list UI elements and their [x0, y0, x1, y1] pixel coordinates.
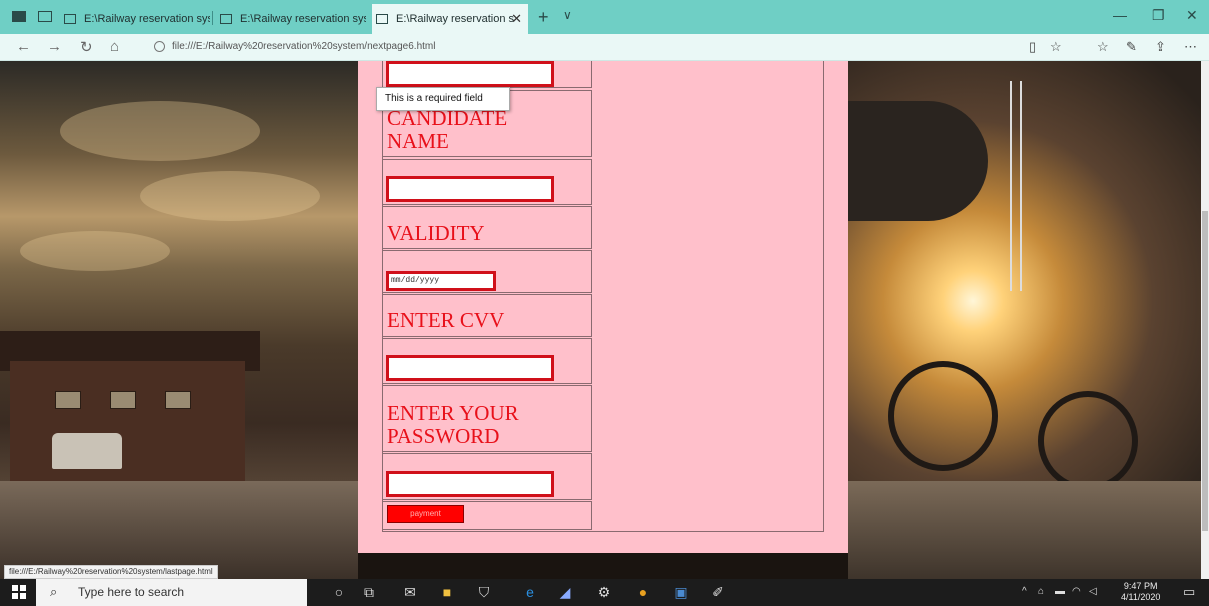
tab-separator	[212, 11, 213, 25]
url-text[interactable]: file:///E:/Railway%20reservation%20syste…	[172, 41, 435, 52]
more-icon[interactable]: ⋯	[1184, 39, 1197, 55]
status-bar-link: file:///E:/Railway%20reservation%20syste…	[4, 565, 218, 579]
background-image-left	[0, 61, 358, 579]
validity-date-input[interactable]: mm/dd/yyyy	[386, 271, 496, 291]
forward-arrow-icon[interactable]: →	[47, 38, 62, 55]
card-number-cell	[382, 61, 592, 88]
browser-tab-bar: E:\Railway reservation syste E:\Railway …	[0, 0, 1209, 34]
network-icon[interactable]: ⌂	[1038, 586, 1044, 597]
password-input[interactable]	[386, 471, 554, 497]
tab-label: E:\Railway reservation syste	[84, 13, 210, 25]
clock-date: 4/11/2020	[1121, 592, 1161, 602]
tab-1[interactable]: E:\Railway reservation syste	[60, 4, 210, 34]
cvv-label: ENTER CVV	[387, 308, 505, 332]
windows-taskbar: ⌕ Type here to search ○ ⧉ ✉ ■ ⛉ e ◢ ⚙ ● …	[0, 579, 1209, 606]
volume-icon[interactable]: ◁	[1089, 586, 1097, 597]
favorites-list-icon[interactable]: ☆	[1097, 39, 1109, 55]
page-viewport: CANDIDATE NAME VALIDITY mm/dd/yyyy ENTER…	[0, 61, 1209, 579]
validity-label-cell: VALIDITY	[382, 206, 592, 249]
validity-input-cell: mm/dd/yyyy	[382, 250, 592, 293]
cvv-input[interactable]	[386, 355, 554, 381]
app-icon[interactable]: ◢	[556, 584, 574, 601]
password-label-cell: ENTER YOUR PASSWORD	[382, 385, 592, 452]
notifications-icon[interactable]: ▭	[1183, 584, 1195, 600]
paint-icon[interactable]: ✐	[709, 584, 727, 601]
edge-browser-icon[interactable]: e	[521, 584, 539, 601]
clock-time: 9:47 PM	[1123, 581, 1158, 591]
close-tab-icon[interactable]: ✕	[511, 4, 522, 34]
page-icon	[220, 14, 232, 24]
payment-button-cell: payment	[382, 501, 592, 530]
payment-button[interactable]: payment	[387, 505, 464, 523]
home-icon[interactable]: ⌂	[110, 38, 119, 55]
cortana-icon[interactable]: ○	[330, 584, 348, 601]
close-window-button[interactable]: ✕	[1186, 7, 1198, 24]
windows-start-icon[interactable]	[12, 585, 26, 599]
password-input-cell	[382, 453, 592, 500]
scrollbar-thumb[interactable]	[1202, 211, 1208, 531]
taskbar-search-box[interactable]: ⌕ Type here to search	[36, 579, 307, 606]
file-explorer-icon[interactable]: ■	[438, 584, 456, 601]
page-icon	[376, 14, 388, 24]
tab-3-active[interactable]: E:\Railway reservation s ✕	[372, 4, 528, 34]
tab-label: E:\Railway reservation s	[396, 13, 514, 25]
info-icon[interactable]	[154, 41, 165, 52]
minimize-button[interactable]: —	[1113, 7, 1127, 23]
cvv-label-cell: ENTER CVV	[382, 294, 592, 337]
chrome-icon[interactable]: ●	[634, 584, 652, 601]
reading-view-icon[interactable]: ▯	[1029, 39, 1036, 55]
page-scrollbar[interactable]	[1201, 61, 1209, 579]
settings-gear-icon[interactable]: ⚙	[595, 584, 613, 601]
candidate-name-input-cell	[382, 159, 592, 205]
tab-menu-chevron-icon[interactable]: ∨	[563, 8, 572, 22]
candidate-name-input[interactable]	[386, 176, 554, 202]
back-tabs-icon[interactable]	[38, 11, 52, 22]
back-arrow-icon[interactable]: ←	[16, 38, 31, 55]
search-placeholder: Type here to search	[78, 585, 185, 599]
restore-button[interactable]: ❐	[1152, 7, 1165, 24]
password-label: ENTER YOUR PASSWORD	[387, 401, 519, 448]
card-number-input[interactable]	[386, 61, 554, 87]
task-view-icon[interactable]: ⧉	[360, 584, 378, 601]
notes-app-icon[interactable]: ▣	[672, 584, 690, 601]
tab-label: E:\Railway reservation syste	[240, 13, 366, 25]
background-image-right	[848, 61, 1201, 579]
search-icon: ⌕	[50, 584, 58, 599]
tab-2[interactable]: E:\Railway reservation syste	[216, 4, 366, 34]
mail-icon[interactable]: ✉	[401, 584, 419, 601]
store-icon[interactable]: ⛉	[475, 584, 493, 601]
required-field-tooltip: This is a required field	[376, 87, 510, 111]
pen-icon[interactable]: ✎	[1126, 39, 1137, 55]
page-icon	[64, 14, 76, 24]
taskbar-clock[interactable]: 9:47 PM 4/11/2020	[1121, 581, 1160, 603]
screen: E:\Railway reservation syste E:\Railway …	[0, 0, 1209, 606]
refresh-icon[interactable]: ↻	[80, 38, 93, 56]
tabs-aside-icon[interactable]	[12, 11, 26, 22]
address-bar: ← → ↻ ⌂ file:///E:/Railway%20reservation…	[0, 34, 1209, 61]
new-tab-button[interactable]: +	[538, 7, 549, 28]
favorite-star-icon[interactable]: ☆	[1050, 39, 1062, 55]
battery-icon[interactable]: ▬	[1055, 586, 1065, 597]
tray-chevron-icon[interactable]: ^	[1022, 586, 1027, 597]
wifi-icon[interactable]: ◠	[1072, 586, 1081, 597]
share-icon[interactable]: ⇪	[1155, 39, 1166, 55]
cvv-input-cell	[382, 338, 592, 384]
validity-label: VALIDITY	[387, 221, 485, 245]
